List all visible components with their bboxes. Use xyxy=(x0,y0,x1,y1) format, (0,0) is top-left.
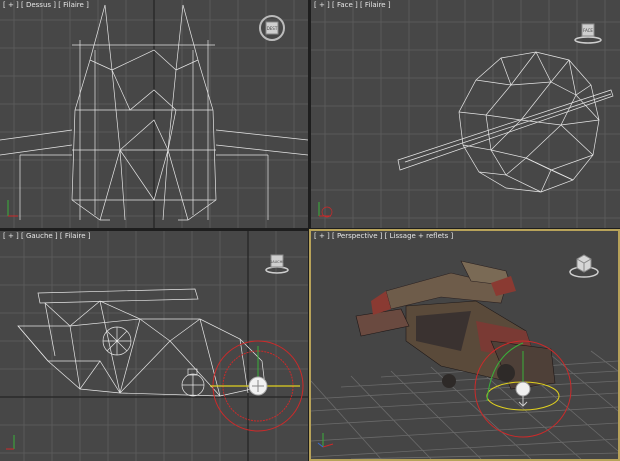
viewcube-left[interactable]: GAUCHE xyxy=(264,250,290,280)
viewport-left[interactable]: [ + ] [ Gauche ] [ Filaire ] GAUCHE xyxy=(0,231,308,461)
viewport-front[interactable]: [ + ] [ Face ] [ Filaire ] FACE xyxy=(311,0,620,228)
viewcube-top-face: DEST xyxy=(267,26,278,31)
viewport-grid: [ + ] [ Dessus ] [ Filaire ] DEST [+] … xyxy=(0,0,620,461)
viewcube-left-face: GAUCHE xyxy=(270,260,285,264)
viewport-perspective-label[interactable]: [ + ] [ Perspective ] [ Lissage + reflet… xyxy=(314,232,453,240)
viewcube-top[interactable]: DEST xyxy=(258,14,286,46)
viewcube-front-face: FACE xyxy=(583,28,593,33)
viewport-front-label[interactable]: [ + ] [ Face ] [ Filaire ] xyxy=(314,1,391,9)
viewport-perspective[interactable]: [ + ] [ Perspective ] [ Lissage + reflet… xyxy=(309,229,620,461)
viewport-top-label[interactable]: [ + ] [ Dessus ] [ Filaire ] xyxy=(3,1,89,9)
viewport-left-scene xyxy=(0,231,308,461)
viewcube-front[interactable]: FACE xyxy=(573,18,603,50)
viewcube-perspective[interactable] xyxy=(568,249,600,285)
viewport-left-label[interactable]: [ + ] [ Gauche ] [ Filaire ] xyxy=(3,232,90,240)
axis-tripod-perspective xyxy=(315,427,339,455)
axis-tripod-top xyxy=(4,196,20,224)
axis-tripod-left xyxy=(4,429,20,457)
viewport-top[interactable]: [ + ] [ Dessus ] [ Filaire ] DEST xyxy=(0,0,308,228)
axis-tripod-front xyxy=(315,196,339,224)
